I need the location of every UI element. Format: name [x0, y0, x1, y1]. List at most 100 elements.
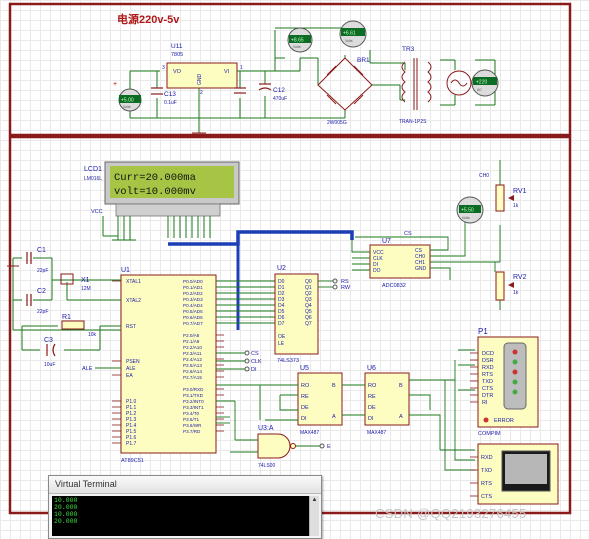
- u1-ref: U1: [121, 267, 130, 274]
- mcu-net-labels: CS CLK DI: [244, 350, 262, 373]
- voltmeter-dc-in[interactable]: +8.65 Volts: [287, 27, 313, 53]
- rs232-pin-label: DTR: [482, 393, 493, 399]
- max487-pin-label: RE: [368, 394, 376, 400]
- ale-net-label: ALE: [82, 366, 93, 372]
- max487-pin-label: DI: [301, 416, 307, 422]
- virtual-terminal-window[interactable]: Virtual Terminal 10.000 20.000 10.000 20…: [48, 475, 322, 539]
- max487-pin-label: DI: [368, 416, 374, 422]
- mcu-pin-label: P0.1/AD1: [183, 285, 203, 290]
- rv2-potentiometer[interactable]: [495, 271, 514, 301]
- mcu-pin-label: P2.7/A15: [183, 375, 202, 380]
- rs232-pin-label: TXD: [482, 379, 493, 385]
- mcu-pin-label: P2.6/A14: [183, 369, 202, 374]
- adc-wires: [351, 160, 501, 310]
- mcu-pin-label: P0.0/AD0: [183, 279, 203, 284]
- voltmeter-output[interactable]: +5.00 Volts +: [113, 81, 142, 112]
- u11-pin-vi: VI: [224, 69, 230, 75]
- voltmeter-bridge[interactable]: +6.61 Volts: [339, 20, 367, 48]
- tr3-transformer[interactable]: [401, 58, 432, 110]
- rv1-ref: RV1: [513, 188, 527, 195]
- scroll-up-icon[interactable]: ▲: [310, 496, 319, 504]
- mcu-pin-label: P0.4/AD4: [183, 303, 203, 308]
- voltmeter-ac[interactable]: +220 AC: [471, 69, 499, 97]
- x1-ref: X1: [81, 277, 90, 284]
- adc-cs-net: CS: [404, 231, 412, 237]
- rs232-pin-label: CTS: [482, 386, 493, 392]
- mcu-pin-label: P0.7/AD7: [183, 321, 203, 326]
- data-bus: [168, 230, 354, 246]
- u11-part: 7805: [171, 52, 183, 58]
- meter-output-unit: Volts: [123, 105, 131, 109]
- c12-value: 470uF: [273, 96, 287, 102]
- nand-bubble: [290, 443, 296, 449]
- u11-pin1: 1: [240, 65, 243, 71]
- u5-part: MAX487: [300, 430, 319, 436]
- c1-ref: C1: [37, 247, 46, 254]
- terminal-pin-label: TXD: [481, 468, 492, 474]
- br1-bridge-rectifier[interactable]: [317, 57, 373, 111]
- mcu-pin-label: P0.2/AD2: [183, 291, 203, 296]
- lcd-pin-header: [115, 203, 221, 217]
- voltmeter-ch0[interactable]: +5.50 Volts: [456, 196, 484, 224]
- mcu-pin-label: PSEN: [126, 359, 140, 365]
- mcu-pin-label: XTAL1: [126, 279, 141, 285]
- c3-capacitor[interactable]: [46, 343, 56, 357]
- lcd-model: LM016L: [84, 176, 102, 182]
- terminal-pin-label: RTS: [481, 481, 492, 487]
- p1-pin-labels: DCDDSRRXDRTSTXDCTSDTRRI: [470, 351, 494, 406]
- u11-pin3: 3: [162, 65, 165, 71]
- mcu-pin-label: P0.6/AD6: [183, 315, 203, 320]
- terminal-line: 20.000: [54, 504, 78, 511]
- meter-ac-reading: +220: [476, 80, 487, 86]
- c2-capacitor[interactable]: [26, 294, 32, 306]
- u6-part: MAX487: [367, 430, 386, 436]
- mcu-pin-label: P0.5/AD5: [183, 309, 203, 314]
- latch-d-pin-label: D7: [278, 321, 285, 327]
- u6-ref: U6: [367, 365, 376, 372]
- max487-pin-label: RE: [301, 394, 309, 400]
- c13-value: 0.1uF: [164, 100, 177, 106]
- max487-pin-label: A: [399, 414, 403, 420]
- adc-pin-label: DO: [373, 268, 381, 274]
- br1-part: 2W005G: [327, 120, 347, 126]
- br1-ref: BR1: [357, 57, 370, 64]
- meter-bridge-reading: +6.61: [343, 31, 356, 37]
- max487-pin-label: RO: [301, 383, 310, 389]
- max487-pin-label: RO: [368, 383, 377, 389]
- ac-source[interactable]: [446, 70, 472, 96]
- meter-bridge-unit: Volts: [345, 39, 353, 43]
- u3a-nand-gate[interactable]: [257, 433, 291, 459]
- lcd-pin-wires: [102, 216, 211, 241]
- net-label-cs: CS: [251, 351, 259, 357]
- meter-output-plus: +: [113, 81, 117, 88]
- c12-ref: C12: [273, 87, 285, 94]
- c13-capacitor[interactable]: [151, 87, 163, 95]
- max487-pin-label: B: [332, 383, 336, 389]
- virtual-terminal-scrollbar[interactable]: ▲: [309, 496, 319, 536]
- mcu-pin-label: P1.7: [126, 441, 137, 447]
- nand-output-label: E: [327, 444, 331, 450]
- max487-pin-label: DE: [368, 405, 376, 411]
- lcd-line2: volt=10.000mv: [114, 186, 196, 198]
- c3-ref: C3: [44, 337, 53, 344]
- c1-capacitor[interactable]: [26, 252, 32, 264]
- u2-pin-le: LE: [278, 341, 285, 347]
- latch-q-pin-label: Q7: [305, 321, 312, 327]
- power-section-title: 电源220v-5v: [117, 12, 180, 26]
- u2-pin-oe: OE: [278, 334, 286, 340]
- u7-ref: U7: [382, 238, 391, 245]
- watermark: CSDN @QQ2193276455: [375, 506, 527, 521]
- max487-pin-label: A: [332, 414, 336, 420]
- max487-pin-label: B: [399, 383, 403, 389]
- db9-connector: [503, 342, 527, 410]
- r1-resistor[interactable]: [61, 320, 85, 330]
- mcu-pin-label: EA: [126, 373, 133, 379]
- nand-output-terminal: [319, 443, 325, 449]
- mcu-pin-label: P2.2/A10: [183, 345, 202, 350]
- virtual-terminal-output[interactable]: 10.000 20.000 10.000 20.000: [52, 496, 310, 536]
- rv1-potentiometer[interactable]: [495, 184, 514, 212]
- mcu-pin-label: RST: [126, 324, 136, 330]
- r1-value: 10k: [88, 332, 97, 338]
- terminal-line: 20.000: [54, 518, 78, 525]
- u11-pin-gnd: GND: [197, 74, 203, 86]
